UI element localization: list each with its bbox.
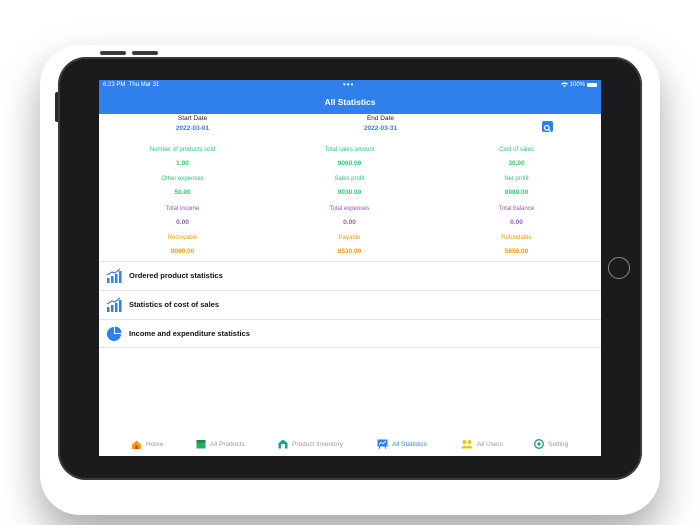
tab-all-statistics[interactable]: All Statistics bbox=[377, 437, 427, 451]
bar-chart-icon bbox=[106, 297, 122, 312]
stat-refundable: Refundable 5850.00 bbox=[501, 235, 532, 255]
pie-chart-icon bbox=[107, 326, 122, 341]
tab-product-inventory[interactable]: Product Inventory bbox=[278, 437, 343, 451]
multitask-dots-icon[interactable]: ••• bbox=[343, 80, 354, 89]
list-item-statistics-of-cost-of-sales[interactable]: Statistics of cost of sales bbox=[99, 290, 601, 319]
tab-all-products[interactable]: All Products bbox=[196, 437, 245, 451]
stat-total-income: Total income 0.00 bbox=[165, 206, 200, 226]
list-item-label: Income and expenditure statistics bbox=[129, 329, 250, 338]
stat-total-balance: Total balance 0.00 bbox=[498, 206, 535, 226]
end-date-value[interactable]: 2022-03-31 bbox=[297, 125, 464, 132]
search-button[interactable] bbox=[542, 121, 553, 133]
stat-cost-of-sales: Cost of sales 30.00 bbox=[499, 147, 534, 167]
stat-receivable: Receivable 9060.00 bbox=[167, 235, 198, 255]
settings-icon bbox=[534, 439, 544, 449]
tab-home[interactable]: Home bbox=[131, 437, 163, 451]
navigation-bar: 6:23 PM Thu Mar 31 ••• 100% All Statisti… bbox=[99, 80, 601, 114]
home-hardware-button[interactable] bbox=[608, 257, 630, 279]
list-item-income-and-expenditure-statistics[interactable]: Income and expenditure statistics bbox=[99, 319, 601, 348]
stat-sales-profit: Sales profit 9030.00 bbox=[334, 176, 365, 196]
stat-total-sales-amount: Total sales amount 9060.00 bbox=[324, 147, 375, 167]
end-date-label: End Date bbox=[366, 115, 395, 122]
home-icon bbox=[132, 440, 141, 449]
battery-icon bbox=[587, 82, 597, 87]
status-right: 100% bbox=[560, 82, 597, 88]
stat-other-expenses: Other expenses 50.00 bbox=[161, 176, 204, 196]
users-icon bbox=[461, 440, 473, 449]
stat-net-profit: Net profit 8980.00 bbox=[504, 176, 529, 196]
list-item-ordered-product-statistics[interactable]: Ordered product statistics bbox=[99, 261, 601, 290]
list-item-label: Ordered product statistics bbox=[129, 271, 223, 280]
app-screen: 6:23 PM Thu Mar 31 ••• 100% All Statisti… bbox=[99, 80, 601, 456]
statistics-icon bbox=[377, 439, 388, 449]
wifi-icon bbox=[560, 82, 568, 87]
page-title: All Statistics bbox=[324, 97, 376, 107]
stat-number-of-products-sold: Number of products sold 1.00 bbox=[149, 147, 216, 167]
products-icon bbox=[196, 440, 206, 449]
tab-all-users[interactable]: All Users bbox=[461, 437, 503, 451]
stat-total-expenses: Total expenses 0.00 bbox=[329, 206, 370, 226]
volume-button bbox=[132, 51, 158, 55]
end-date[interactable]: End Date 2022-03-31 bbox=[297, 115, 464, 132]
inventory-icon bbox=[278, 439, 288, 449]
tab-bar: Home All Products Product Inventory All … bbox=[99, 432, 601, 456]
volume-button bbox=[100, 51, 126, 55]
stat-payable: Payable 8530.00 bbox=[337, 235, 362, 255]
start-date[interactable]: Start Date 2022-03-01 bbox=[109, 115, 276, 132]
search-icon bbox=[543, 124, 552, 133]
tab-setting[interactable]: Setting bbox=[534, 437, 568, 451]
list-item-label: Statistics of cost of sales bbox=[129, 300, 220, 309]
start-date-value[interactable]: 2022-03-01 bbox=[109, 125, 276, 132]
bar-chart-icon bbox=[106, 268, 122, 283]
status-time: 6:23 PM Thu Mar 31 bbox=[103, 82, 160, 88]
start-date-label: Start Date bbox=[177, 115, 208, 122]
